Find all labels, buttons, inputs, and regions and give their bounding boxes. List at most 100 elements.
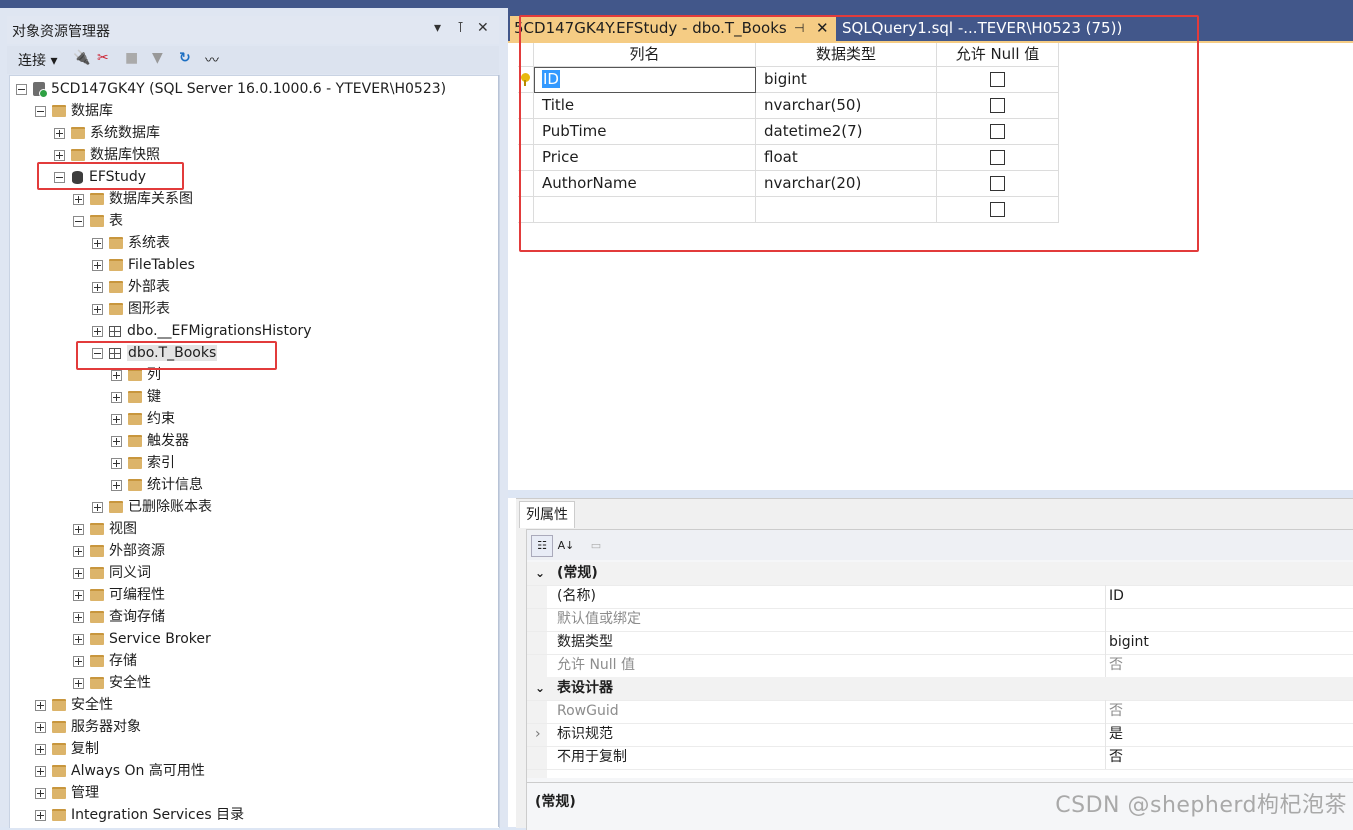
expand-icon[interactable] <box>92 237 103 249</box>
tree-node[interactable]: Service Broker <box>73 628 211 650</box>
tree-node[interactable]: 约束 <box>111 408 175 430</box>
expand-icon[interactable] <box>111 435 122 447</box>
tree-node[interactable]: 5CD147GK4Y (SQL Server 16.0.1000.6 - YTE… <box>16 78 446 100</box>
tree-node[interactable]: 统计信息 <box>111 474 203 496</box>
expand-icon[interactable] <box>92 501 103 513</box>
property-value[interactable]: 是 <box>1109 723 1123 746</box>
connect-button[interactable]: 连接 ▾ <box>18 50 57 70</box>
collapse-icon[interactable] <box>35 105 46 117</box>
categorized-icon[interactable]: ☷ <box>531 535 553 557</box>
tree-node[interactable]: 管理 <box>35 782 99 804</box>
tree-node[interactable]: 存储 <box>73 650 137 672</box>
expand-icon[interactable] <box>111 457 122 469</box>
tree-node[interactable]: 服务器对象 <box>35 716 141 738</box>
expand-icon[interactable] <box>35 721 46 733</box>
tree-node[interactable]: Integration Services 目录 <box>35 804 244 826</box>
tree-node[interactable]: 系统表 <box>92 232 170 254</box>
property-category[interactable]: ⌄ (常规) <box>527 562 1353 586</box>
object-explorer-title: 对象资源管理器 <box>12 24 110 40</box>
property-category[interactable]: ⌄ 表设计器 <box>527 677 1353 701</box>
expand-icon[interactable] <box>73 523 84 535</box>
property-value[interactable]: ID <box>1109 585 1124 608</box>
close-icon[interactable]: ✕ <box>477 20 489 36</box>
tree-node[interactable]: 系统数据库 <box>54 122 160 144</box>
connect-plug-icon[interactable]: 🔌 <box>73 50 90 66</box>
tree-node[interactable]: 外部表 <box>92 276 170 298</box>
tree-node[interactable]: 查询存储 <box>73 606 165 628</box>
tab-column-properties[interactable]: 列属性 <box>519 501 575 528</box>
disconnect-icon[interactable]: ✂ <box>97 50 109 66</box>
object-explorer-toolbar: 连接 ▾ 🔌 ✂ ■ ▼ ↻ 〰 <box>7 46 499 74</box>
property-row[interactable]: › 标识规范 是 <box>527 723 1353 747</box>
expand-icon[interactable] <box>73 545 84 557</box>
property-row[interactable]: 允许 Null 值 否 <box>527 654 1353 678</box>
collapse-icon[interactable] <box>16 83 27 95</box>
sort-alpha-icon[interactable]: A↓ <box>555 535 577 557</box>
tree-node[interactable]: dbo.__EFMigrationsHistory <box>92 320 312 342</box>
expand-icon[interactable] <box>111 391 122 403</box>
expand-icon[interactable] <box>54 149 65 161</box>
expand-chevron-icon[interactable]: › <box>535 723 541 746</box>
expand-icon[interactable] <box>73 589 84 601</box>
filter-icon[interactable]: ▼ <box>152 50 163 66</box>
tree-node[interactable]: 复制 <box>35 738 99 760</box>
expand-icon[interactable] <box>92 281 103 293</box>
expand-icon[interactable] <box>111 413 122 425</box>
refresh-icon[interactable]: ↻ <box>179 50 191 66</box>
expand-icon[interactable] <box>92 325 103 337</box>
expand-icon[interactable] <box>92 303 103 315</box>
tree-node[interactable]: 触发器 <box>111 430 189 452</box>
expand-icon[interactable] <box>35 765 46 777</box>
expand-icon[interactable] <box>73 567 84 579</box>
tree-node[interactable]: 键 <box>111 386 161 408</box>
property-row[interactable]: 不用于复制 否 <box>527 746 1353 770</box>
activity-monitor-icon[interactable]: 〰 <box>205 50 219 70</box>
tree-node[interactable]: 图形表 <box>92 298 170 320</box>
tree-node[interactable]: 数据库关系图 <box>73 188 193 210</box>
expand-icon[interactable] <box>35 743 46 755</box>
property-value[interactable]: 否 <box>1109 746 1123 769</box>
property-value[interactable]: 否 <box>1109 654 1123 677</box>
expand-icon[interactable] <box>111 369 122 381</box>
stop-icon[interactable]: ■ <box>125 50 138 66</box>
expand-icon[interactable] <box>35 787 46 799</box>
property-row[interactable]: 默认值或绑定 <box>527 608 1353 632</box>
tree-node[interactable]: 视图 <box>73 518 137 540</box>
tree-node[interactable]: Always On 高可用性 <box>35 760 205 782</box>
property-row[interactable]: (名称) ID <box>527 585 1353 609</box>
tree-node[interactable]: FileTables <box>92 254 195 276</box>
collapse-chevron-icon[interactable]: ⌄ <box>535 677 545 700</box>
designer-splitter[interactable] <box>508 490 1353 498</box>
collapse-chevron-icon[interactable]: ⌄ <box>535 562 545 585</box>
expand-icon[interactable] <box>54 127 65 139</box>
pin-icon[interactable]: ⊺ <box>457 20 464 36</box>
collapse-icon[interactable] <box>73 215 84 227</box>
expand-icon[interactable] <box>73 633 84 645</box>
property-value[interactable]: bigint <box>1109 631 1149 654</box>
expand-icon[interactable] <box>111 479 122 491</box>
dropdown-icon[interactable]: ▾ <box>434 20 441 36</box>
expand-icon[interactable] <box>73 655 84 667</box>
expand-icon[interactable] <box>73 677 84 689</box>
expand-icon[interactable] <box>35 809 46 821</box>
table-icon <box>109 325 121 337</box>
tree-node[interactable]: 同义词 <box>73 562 151 584</box>
expand-icon[interactable] <box>35 699 46 711</box>
property-row[interactable]: RowGuid 否 <box>527 700 1353 724</box>
property-pages-icon[interactable]: ▭ <box>585 535 607 557</box>
tree-node-label: 可编程性 <box>109 587 165 603</box>
expand-icon[interactable] <box>92 259 103 271</box>
tree-node[interactable]: 可编程性 <box>73 584 165 606</box>
property-value[interactable]: 否 <box>1109 700 1123 723</box>
tree-node[interactable]: 安全性 <box>73 672 151 694</box>
tree-node[interactable]: 外部资源 <box>73 540 165 562</box>
property-row[interactable]: 数据类型 bigint <box>527 631 1353 655</box>
tree-node[interactable]: 数据库 <box>35 100 113 122</box>
tree-node[interactable]: 表 <box>73 210 123 232</box>
tree-node[interactable]: 已删除账本表 <box>92 496 212 518</box>
folder-icon <box>52 787 66 799</box>
expand-icon[interactable] <box>73 611 84 623</box>
expand-icon[interactable] <box>73 193 84 205</box>
tree-node[interactable]: 索引 <box>111 452 175 474</box>
tree-node[interactable]: 安全性 <box>35 694 113 716</box>
